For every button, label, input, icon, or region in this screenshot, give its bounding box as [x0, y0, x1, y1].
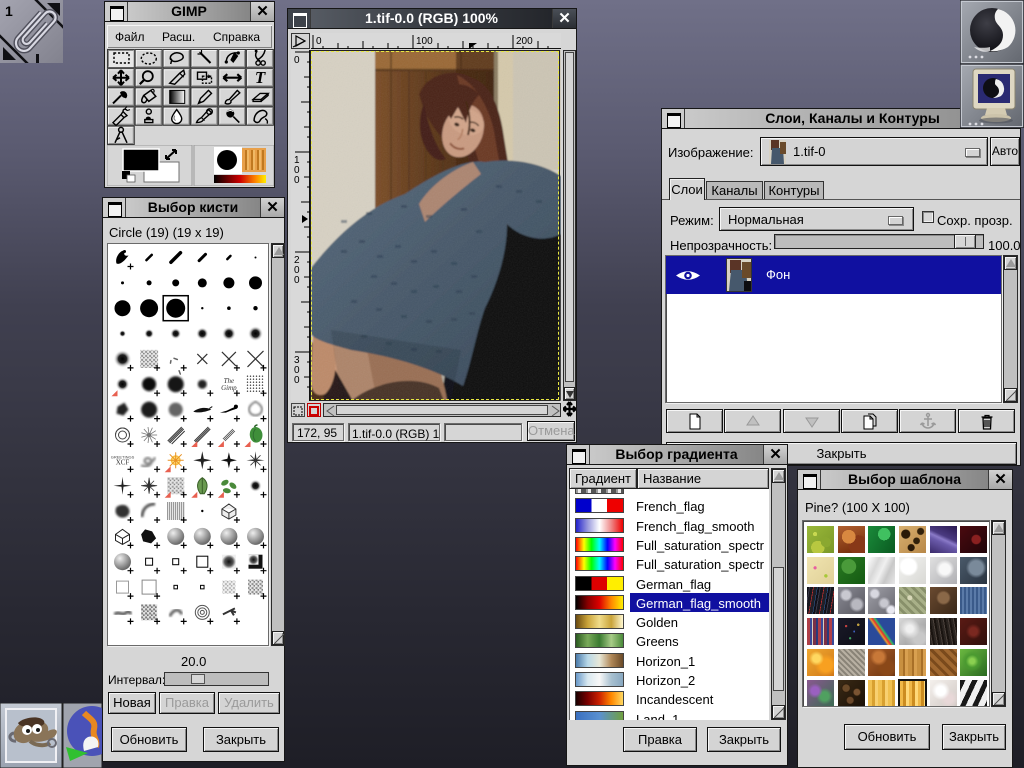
svg-text:0: 0 [294, 375, 300, 386]
svg-text:0: 0 [294, 175, 300, 186]
svg-text:0: 0 [294, 55, 300, 66]
svg-text:XCF: XCF [116, 458, 130, 466]
svg-text:1: 1 [5, 3, 13, 19]
svg-text:100: 100 [416, 36, 433, 47]
svg-text:Gimp: Gimp [221, 384, 237, 392]
svg-text:T: T [255, 68, 266, 87]
svg-text:0: 0 [316, 36, 322, 47]
svg-text:0: 0 [294, 275, 300, 286]
svg-text:200: 200 [516, 36, 533, 47]
